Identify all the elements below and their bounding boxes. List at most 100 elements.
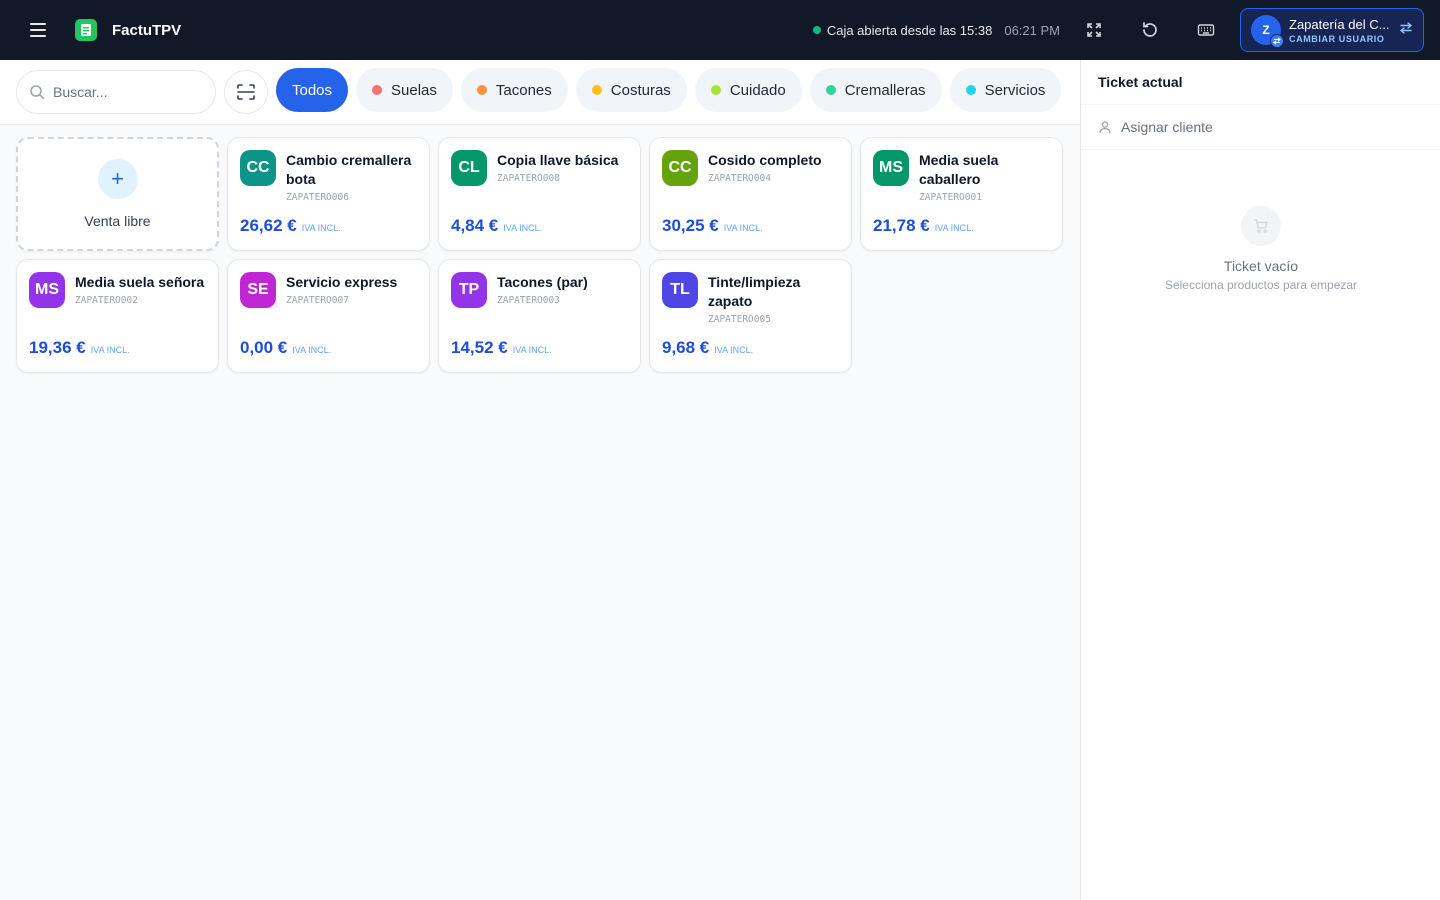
product-info: Media suela caballero ZAPATERO001 [919,151,1057,205]
cart-icon [1241,206,1281,246]
category-dot-icon [825,85,836,95]
tax-label: IVA INCL. [503,223,543,233]
product-info: Cambio cremallera bota ZAPATERO006 [286,151,424,205]
product-card[interactable]: TP Tacones (par) ZAPATERO003 14,52 € IVA… [438,259,641,373]
category-stitching[interactable]: Costuras [575,68,687,112]
search-box[interactable] [16,70,216,114]
search-icon [30,85,45,100]
price-row: 21,78 € IVA INCL. [873,216,974,236]
scan-icon [237,84,255,100]
price-row: 14,52 € IVA INCL. [451,338,552,358]
product-badge: MS [29,272,65,308]
status-dot-icon [812,26,821,34]
product-sku: ZAPATERO008 [497,173,560,184]
product-sku: ZAPATERO003 [497,295,560,306]
price-row: 0,00 € IVA INCL. [240,338,331,358]
product-name: Cambio cremallera bota [286,152,412,187]
product-price: 14,52 € [451,338,508,357]
avatar: Z [1251,15,1284,48]
category-dot-icon [591,85,602,95]
product-sku: ZAPATERO002 [75,295,138,306]
empty-ticket-subtitle: Selecciona productos para empezar [1164,278,1358,292]
app-logo-icon [75,19,97,41]
main-area: Todos Suelas Tacones Costuras Cuidado Cr… [0,60,1080,900]
filter-bar: Todos Suelas Tacones Costuras Cuidado Cr… [0,60,1080,125]
fullscreen-icon[interactable] [1074,10,1114,50]
empty-ticket-title: Ticket vacío [1223,258,1299,274]
empty-ticket: Ticket vacío Selecciona productos para e… [1081,206,1440,292]
barcode-scan-button[interactable] [224,70,268,114]
free-sale-button[interactable]: + Venta libre [16,137,219,251]
product-info: Copia llave básica ZAPATERO008 [497,151,635,186]
user-icon [1099,121,1111,134]
top-bar: FactuTPV Caja abierta desde las 15:38 06… [0,0,1440,60]
price-row: 19,36 € IVA INCL. [29,338,130,358]
product-sku: ZAPATERO005 [708,314,771,325]
product-card[interactable]: MS Media suela señora ZAPATERO002 19,36 … [16,259,219,373]
switch-user-button[interactable]: Z Zapatería del C... CAMBIAR USUARIO [1240,8,1424,52]
swap-icon [1399,21,1413,40]
product-info: Tacones (par) ZAPATERO003 [497,273,635,308]
product-price: 21,78 € [873,216,930,235]
reload-icon[interactable] [1130,10,1170,50]
product-price: 0,00 € [240,338,288,357]
product-name: Servicio express [286,274,398,290]
product-sku: ZAPATERO004 [708,173,771,184]
category-dot-icon [476,85,487,95]
product-sku: ZAPATERO007 [286,295,349,306]
free-sale-label: Venta libre [84,213,151,229]
price-row: 26,62 € IVA INCL. [240,216,341,236]
product-sku: ZAPATERO006 [286,192,349,203]
product-card[interactable]: MS Media suela caballero ZAPATERO001 21,… [860,137,1063,251]
user-action-label: CAMBIAR USUARIO [1289,33,1385,44]
category-label: Cremalleras [844,81,926,99]
assign-customer-button[interactable]: Asignar cliente [1081,105,1440,150]
product-price: 26,62 € [240,216,297,235]
product-badge: CC [662,150,698,186]
tax-label: IVA INCL. [292,345,332,355]
product-name: Media suela caballero [919,152,999,187]
product-card[interactable]: CL Copia llave básica ZAPATERO008 4,84 €… [438,137,641,251]
category-soles[interactable]: Suelas [356,68,453,112]
cash-status: Caja abierta desde las 15:38 [812,23,992,38]
category-label: Todos [292,81,333,99]
search-input[interactable] [53,84,193,100]
product-info: Cosido completo ZAPATERO004 [708,151,846,186]
price-row: 30,25 € IVA INCL. [662,216,763,236]
ticket-title: Ticket actual [1081,60,1440,105]
category-label: Suelas [391,81,437,99]
product-info: Servicio express ZAPATERO007 [286,273,424,308]
product-card[interactable]: CC Cosido completo ZAPATERO004 30,25 € I… [649,137,852,251]
keyboard-icon[interactable] [1186,10,1226,50]
product-info: Media suela señora ZAPATERO002 [75,273,213,308]
price-row: 9,68 € IVA INCL. [662,338,753,358]
product-name: Cosido completo [708,152,822,168]
category-all[interactable]: Todos [276,68,349,112]
product-card[interactable]: CC Cambio cremallera bota ZAPATERO006 26… [227,137,430,251]
category-label: Costuras [610,81,671,99]
product-card[interactable]: TL Tinte/limpieza zapato ZAPATERO005 9,6… [649,259,852,373]
product-price: 4,84 € [451,216,499,235]
product-sku: ZAPATERO001 [919,192,982,203]
plus-icon: + [97,159,138,199]
category-dot-icon [965,85,976,95]
product-badge: TL [662,272,698,308]
product-price: 9,68 € [662,338,710,357]
app-title: FactuTPV [112,21,182,39]
tax-label: IVA INCL. [714,345,754,355]
category-care[interactable]: Cuidado [694,68,802,112]
category-label: Tacones [495,81,552,99]
category-dot-icon [372,85,383,95]
category-heels[interactable]: Tacones [460,68,568,112]
product-name: Tinte/limpieza zapato [708,274,801,309]
price-row: 4,84 € IVA INCL. [451,216,542,236]
product-badge: CL [451,150,487,186]
category-dot-icon [710,85,721,95]
product-card[interactable]: SE Servicio express ZAPATERO007 0,00 € I… [227,259,430,373]
product-price: 30,25 € [662,216,719,235]
avatar-initial: Z [1262,23,1270,37]
category-zippers[interactable]: Cremalleras [809,68,942,112]
ticket-panel: Ticket actual Asignar cliente Ticket vac… [1080,60,1440,900]
menu-icon[interactable] [20,12,56,48]
category-services[interactable]: Servicios [949,68,1062,112]
